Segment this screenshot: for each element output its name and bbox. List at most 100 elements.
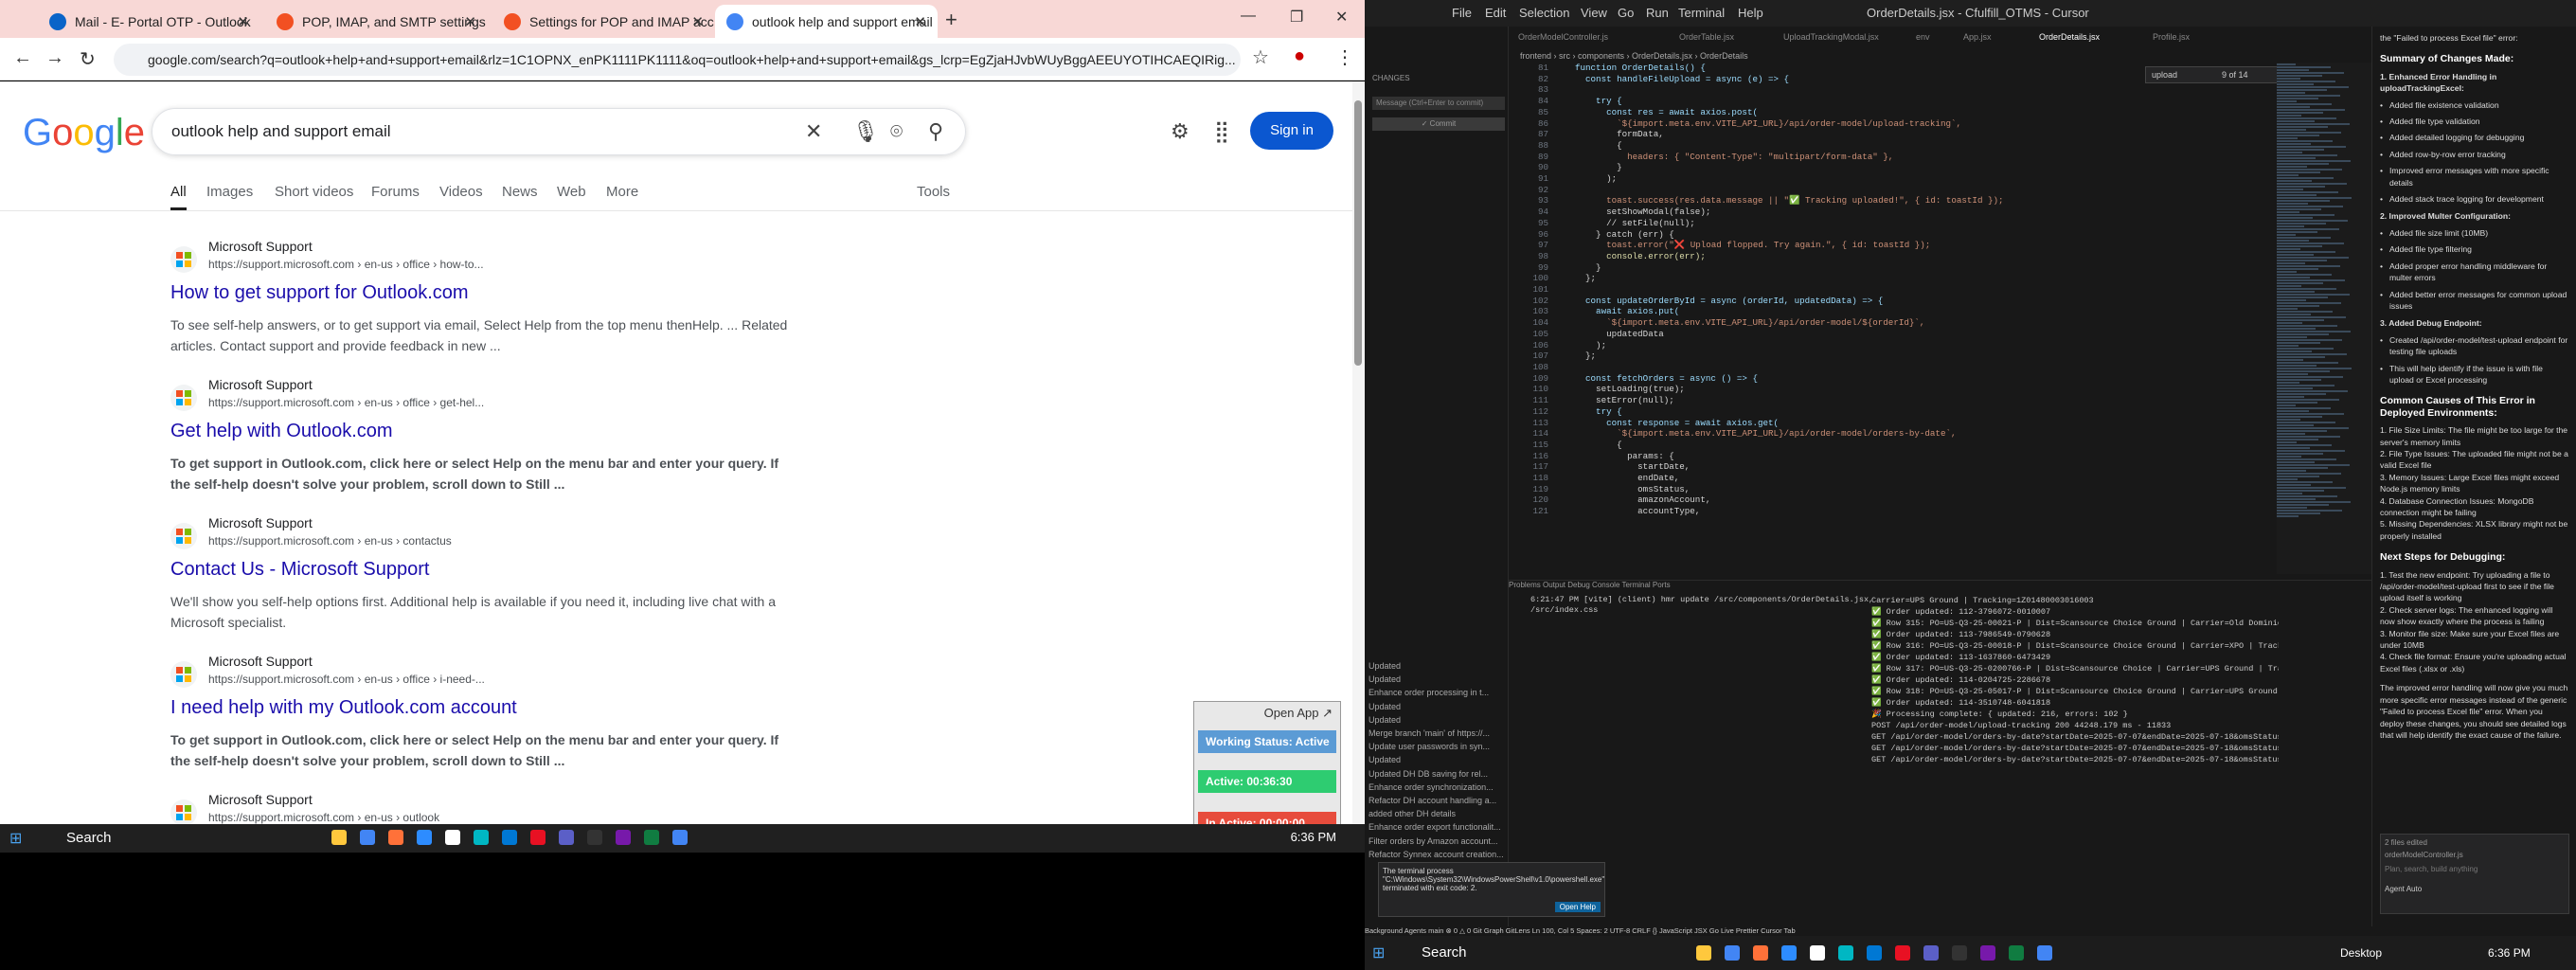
code-line[interactable]: omsStatus,	[1575, 484, 2004, 495]
chrome-icon[interactable]	[2037, 945, 2052, 961]
edited-file[interactable]: orderModelController.js	[2385, 851, 2565, 859]
graph-item[interactable]: Enhance order export functionalit...	[1368, 820, 1507, 834]
vscode-icon[interactable]	[1867, 945, 1882, 961]
opera-icon[interactable]	[1895, 945, 1910, 961]
search-input[interactable]: outlook help and support email	[152, 108, 966, 155]
menu-go[interactable]: Go	[1618, 6, 1634, 20]
result-title-link[interactable]: How to get support for Outlook.com	[170, 282, 469, 304]
code-line[interactable]: updatedData	[1575, 329, 2004, 340]
minimize-icon[interactable]: —	[1241, 8, 1256, 25]
taskbar-clock[interactable]: 6:36 PM	[1291, 830, 1336, 844]
code-line[interactable]: setLoading(true);	[1575, 384, 2004, 395]
firefox-icon[interactable]	[1753, 945, 1768, 961]
browser-tab-outlook[interactable]: Mail - E- Portal OTP - Outlook ✕	[38, 5, 260, 38]
result-title-link[interactable]: Get help with Outlook.com	[170, 421, 393, 442]
editor-tab-active[interactable]: OrderDetails.jsx	[2039, 32, 2100, 42]
browser-tab-pop-imap[interactable]: POP, IMAP, and SMTP settings f ✕	[265, 5, 488, 38]
menu-selection[interactable]: Selection	[1519, 6, 1569, 20]
graph-item[interactable]: Updated	[1368, 753, 1507, 766]
taskbar-clock[interactable]: 6:36 PM	[2488, 946, 2531, 960]
chat-input-box[interactable]: 2 files edited orderModelController.js P…	[2380, 834, 2569, 914]
graph-item[interactable]: Filter orders by Amazon account...	[1368, 835, 1507, 848]
menu-run[interactable]: Run	[1646, 6, 1669, 20]
result-title-link[interactable]: Contact Us - Microsoft Support	[170, 559, 429, 581]
code-editor[interactable]: 81 82 83 84 85 86 87 88 89 90 91 92 93 94 95 96 97 98 99 10…	[1509, 63, 2277, 574]
graph-item[interactable]: added other DH details	[1368, 807, 1507, 820]
terminal-vite[interactable]: 6:21:47 PM [vite] (client) hmr update /s…	[1530, 595, 1881, 616]
code-line[interactable]	[1575, 84, 2004, 96]
code-line[interactable]: try {	[1575, 96, 2004, 107]
code-line[interactable]: try {	[1575, 406, 2004, 418]
code-line[interactable]	[1575, 284, 2004, 296]
minimap[interactable]	[2277, 63, 2371, 574]
editor-tab[interactable]: UploadTrackingModal.jsx	[1783, 32, 1879, 42]
graph-item[interactable]: Enhance order synchronization...	[1368, 781, 1507, 794]
zoom-icon[interactable]	[1781, 945, 1797, 961]
files-edited[interactable]: 2 files edited	[2385, 838, 2565, 847]
graph-item[interactable]: Refactor Synnex account creation...	[1368, 848, 1507, 861]
code-line[interactable]: params: {	[1575, 451, 2004, 462]
onenote-icon[interactable]	[1980, 945, 1995, 961]
close-icon[interactable]: ✕	[464, 13, 476, 30]
code-line[interactable]: startDate,	[1575, 461, 2004, 473]
clear-icon[interactable]: ✕	[805, 119, 822, 144]
code-text[interactable]: function OrderDetails() { const handleFi…	[1575, 63, 2004, 517]
sign-in-button[interactable]: Sign in	[1250, 112, 1333, 150]
ide-status-bar[interactable]: Background Agents main ⊗ 0 △ 0 Git Graph…	[1365, 926, 2576, 936]
editor-tab[interactable]: OrderModelController.js	[1518, 32, 1608, 42]
graph-item[interactable]: Enhance order processing in t...	[1368, 686, 1507, 699]
code-line[interactable]: const handleFileUpload = async (e) => {	[1575, 74, 2004, 85]
code-line[interactable]: } catch (err) {	[1575, 229, 2004, 241]
url-input[interactable]: google.com/search?q=outlook+help+and+sup…	[114, 44, 1241, 76]
zoom-icon[interactable]	[417, 830, 432, 845]
code-line[interactable]: const fetchOrders = async () => {	[1575, 373, 2004, 385]
browser-tab-settings-pop[interactable]: Settings for POP and IMAP acc ✕	[492, 5, 715, 38]
code-line[interactable]: const updateOrderById = async (orderId, …	[1575, 296, 2004, 307]
code-line[interactable]: );	[1575, 173, 2004, 185]
commit-message-input[interactable]: Message (Ctrl+Enter to commit)	[1372, 97, 1505, 110]
editor-tab[interactable]: OrderTable.jsx	[1679, 32, 1734, 42]
code-line[interactable]: console.error(err);	[1575, 251, 2004, 262]
graph-item[interactable]: Refactor DH account handling a...	[1368, 794, 1507, 807]
chrome-icon[interactable]	[1725, 945, 1740, 961]
code-line[interactable]: );	[1575, 340, 2004, 351]
close-window-icon[interactable]: ✕	[1335, 8, 1348, 27]
bookmark-star-icon[interactable]: ☆	[1252, 45, 1269, 69]
code-line[interactable]: toast.success(res.data.message || "✅ Tra…	[1575, 195, 2003, 207]
menu-dots-icon[interactable]: ⋮	[1335, 45, 1354, 69]
code-line[interactable]: toast.error("❌ Upload flopped. Try again…	[1575, 240, 2004, 251]
cursor-icon[interactable]	[1952, 945, 1967, 961]
scroll-thumb[interactable]	[1354, 100, 1362, 366]
menu-file[interactable]: File	[1452, 6, 1472, 20]
code-line[interactable]: {	[1575, 440, 2004, 451]
code-line[interactable]: const res = await axios.post(	[1575, 107, 2004, 118]
close-icon[interactable]: ✕	[237, 13, 249, 30]
code-line[interactable]: accountType,	[1575, 506, 2004, 517]
teams-icon[interactable]	[559, 830, 574, 845]
vscode-icon[interactable]	[502, 830, 517, 845]
graph-item[interactable]: Updated	[1368, 713, 1507, 727]
search-icon[interactable]: ⚲	[928, 119, 943, 144]
menu-view[interactable]: View	[1581, 6, 1607, 20]
commit-button[interactable]: ✓ Commit	[1372, 117, 1505, 131]
taskbar-search[interactable]: Search	[38, 827, 275, 850]
file-explorer-icon[interactable]	[331, 830, 347, 845]
onenote-icon[interactable]	[616, 830, 631, 845]
reload-icon[interactable]: ↻	[80, 47, 96, 71]
graph-item[interactable]: Updated	[1368, 659, 1507, 673]
code-line[interactable]	[1575, 362, 2004, 373]
graph-item[interactable]: Updated	[1368, 673, 1507, 686]
back-icon[interactable]: ←	[13, 47, 32, 69]
tab-videos[interactable]: Videos	[439, 184, 483, 200]
editor-tab[interactable]: Profile.jsx	[2153, 32, 2190, 42]
close-icon[interactable]: ✕	[691, 13, 704, 30]
excel-icon[interactable]	[644, 830, 659, 845]
editor-tab[interactable]: App.jsx	[1963, 32, 1992, 42]
terminal-backend[interactable]: Carrier=UPS Ground | Tracking=1Z01480003…	[1871, 595, 2279, 896]
code-line[interactable]: amazonAccount,	[1575, 494, 2004, 506]
tab-short-videos[interactable]: Short videos	[275, 184, 353, 200]
code-line[interactable]: const response = await axios.get(	[1575, 418, 2004, 429]
apps-grid-icon[interactable]: ⣿	[1214, 119, 1229, 144]
new-tab-button[interactable]: +	[945, 8, 957, 32]
windows-start-icon[interactable]: ⊞	[1372, 943, 1385, 962]
